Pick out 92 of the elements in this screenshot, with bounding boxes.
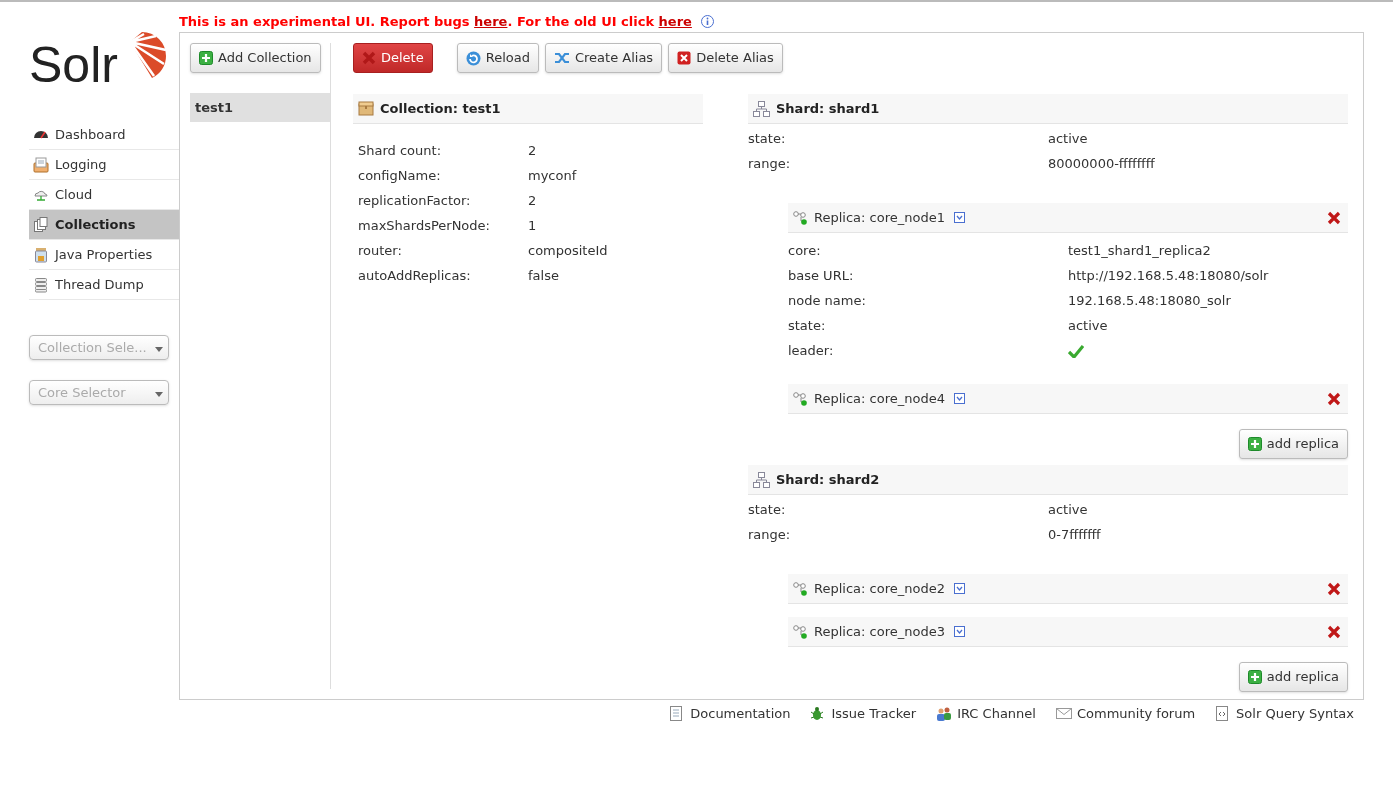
toggle-icon[interactable] (953, 583, 965, 594)
delete-button[interactable]: Delete (353, 43, 433, 73)
refresh-icon (465, 50, 481, 66)
replica-icon (793, 624, 808, 639)
field-value: 2 (528, 141, 537, 160)
footer-link[interactable]: Documentation (669, 704, 791, 724)
inbox-icon (33, 156, 49, 173)
field-value: active (1048, 500, 1089, 519)
create-alias-button[interactable]: Create Alias (544, 43, 663, 73)
replica-icon (793, 210, 808, 225)
gauge-icon (33, 130, 49, 139)
envelope-icon (1055, 706, 1072, 722)
add-collection-button[interactable]: Add Collection (190, 43, 321, 73)
footer-link[interactable]: Community forum (1055, 704, 1196, 724)
close-icon[interactable] (1327, 391, 1341, 406)
field-value: 0-7fffffff (1048, 525, 1102, 544)
close-icon[interactable] (1327, 581, 1341, 596)
shuffle-icon (553, 51, 570, 65)
box-icon (358, 101, 374, 116)
field-label: state: (788, 316, 827, 335)
field-label: node name: (788, 291, 867, 310)
cross-icon (362, 51, 376, 65)
close-icon[interactable] (1327, 210, 1341, 225)
header-title: Collection: test1 (380, 99, 501, 118)
field-label: configName: (358, 166, 442, 185)
selector-dropdown[interactable]: Collection Sele... (29, 335, 169, 360)
info-icon (700, 15, 714, 28)
field-label: leader: (788, 341, 835, 360)
plus-icon (199, 51, 213, 65)
jar-icon (33, 246, 49, 263)
reload-button[interactable]: Reload (456, 43, 539, 73)
field-label: core: (788, 241, 822, 260)
field-value: 80000000-ffffffff (1048, 154, 1156, 173)
replica-icon (793, 581, 808, 596)
field-label: router: (358, 241, 403, 260)
footer-link[interactable]: Solr Query Syntax (1215, 704, 1354, 724)
field-value: false (528, 266, 559, 285)
caret-icon (155, 347, 163, 352)
nav-item[interactable]: Logging (29, 150, 179, 180)
collection-item[interactable]: test1 (190, 93, 330, 122)
field-value: myconf (528, 166, 577, 185)
field-value: http://192.168.5.48:18080/solr (1068, 266, 1270, 285)
plus-icon (1247, 437, 1262, 451)
header-title: Replica: core_node4 (814, 389, 945, 408)
field-value: active (1048, 129, 1089, 148)
field-label: state: (748, 500, 787, 519)
footer-link[interactable]: Issue Tracker (810, 704, 917, 724)
field-value: compositeId (528, 241, 608, 260)
here-link[interactable]: here (658, 13, 692, 29)
logo-text: Solr (29, 40, 118, 95)
close-icon[interactable] (1327, 624, 1341, 639)
stack-icon (33, 276, 49, 293)
field-value: 2 (528, 191, 537, 210)
nav-item[interactable]: Java Properties (29, 240, 179, 270)
field-label: base URL: (788, 266, 855, 285)
field-value: 1 (528, 216, 537, 235)
replica-icon (793, 391, 808, 406)
plus-icon (1247, 670, 1262, 684)
notice-text: This is an experimental UI. Report bugs here. For the old UI click here (179, 12, 692, 31)
nav-item[interactable]: Collections (29, 210, 179, 240)
nav-item[interactable]: Dashboard (29, 120, 179, 150)
toggle-icon[interactable] (953, 393, 965, 404)
header-title: Replica: core_node1 (814, 208, 945, 227)
footer-link[interactable]: IRC Channel (936, 704, 1036, 724)
nav-item[interactable]: Thread Dump (29, 270, 179, 300)
delete-alias-button[interactable]: Delete Alias (668, 43, 783, 73)
header-title: Replica: core_node2 (814, 579, 945, 598)
field-value: active (1068, 316, 1109, 335)
header-title: Replica: core_node3 (814, 622, 945, 641)
hierarchy-icon (753, 100, 770, 117)
hierarchy-icon (753, 471, 770, 488)
here-link[interactable]: here (474, 13, 508, 29)
header-title: Shard: shard2 (776, 470, 880, 489)
field-value: 192.168.5.48:18080_solr (1068, 291, 1232, 310)
documents-icon (33, 216, 49, 233)
header-title: Shard: shard1 (776, 99, 880, 118)
field-label: Shard count: (358, 141, 442, 160)
add-replica-button[interactable]: add replica (1238, 662, 1348, 692)
field-label: range: (748, 154, 792, 173)
toggle-icon[interactable] (953, 626, 965, 637)
caret-icon (155, 392, 163, 397)
field-label: state: (748, 129, 787, 148)
delete-icon (677, 51, 692, 65)
field-label: replicationFactor: (358, 191, 472, 210)
field-label: maxShardsPerNode: (358, 216, 491, 235)
field-label: autoAddReplicas: (358, 266, 472, 285)
selector-dropdown[interactable]: Core Selector (29, 380, 169, 405)
people-icon (936, 706, 953, 722)
toggle-icon[interactable] (953, 212, 965, 223)
field-label: range: (748, 525, 792, 544)
field-value: test1_shard1_replica2 (1068, 241, 1212, 260)
add-replica-button[interactable]: add replica (1238, 429, 1348, 459)
